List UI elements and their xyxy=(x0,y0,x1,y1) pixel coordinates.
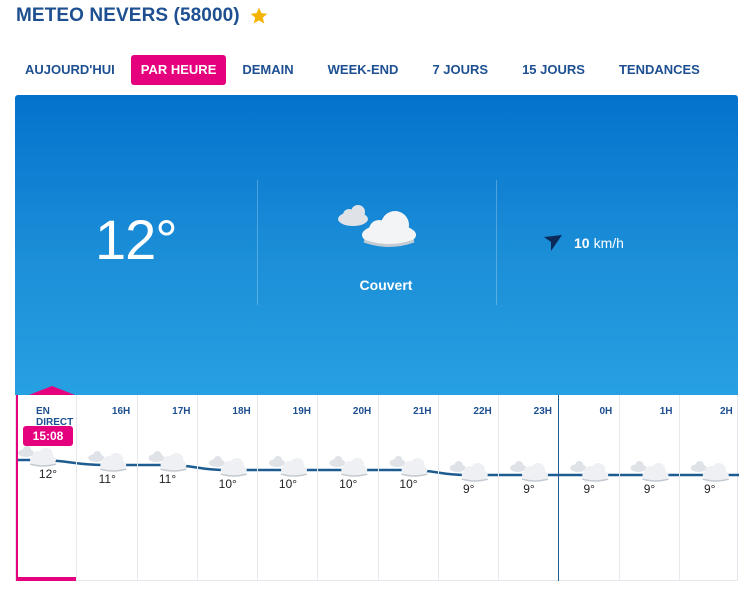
hour-label: 2H xyxy=(719,406,733,417)
tab-15-days[interactable]: 15 JOURS xyxy=(512,55,595,85)
current-weather-panel: 12° Couvert 10 km/h xyxy=(15,95,738,395)
hour-column[interactable]: 0H 9° xyxy=(558,395,618,581)
hour-temperature: 9° xyxy=(583,482,595,496)
wind-direction-arrow-icon xyxy=(544,235,562,251)
hour-column[interactable]: 21H 10° xyxy=(377,395,438,581)
hour-column[interactable]: 23H 9° xyxy=(498,395,558,581)
hour-column[interactable]: 17H 11° xyxy=(136,395,197,581)
divider xyxy=(257,180,258,305)
current-time-badge: 15:08 xyxy=(23,426,73,446)
hour-column[interactable]: 22H 9° xyxy=(437,395,498,581)
hour-temperature: 9° xyxy=(523,482,535,496)
hour-label: 17H xyxy=(172,406,191,417)
page-header: METEO NEVERS (58000) xyxy=(16,3,269,29)
hour-label: 20H xyxy=(352,406,372,417)
hour-label: EN DIRECT xyxy=(36,406,74,428)
hour-temperature: 10° xyxy=(218,477,237,491)
hour-column[interactable]: 1H 9° xyxy=(618,395,679,581)
hour-label: 22H xyxy=(473,406,492,417)
hour-temperature: 12° xyxy=(38,467,58,481)
hour-column[interactable]: 2H 9° xyxy=(678,395,739,581)
hour-temperature: 11° xyxy=(158,472,177,486)
wind-info: 10 km/h xyxy=(543,234,624,252)
hour-label: 1H xyxy=(659,406,673,417)
page-title: METEO NEVERS (58000) xyxy=(16,5,240,26)
cloudy-icon xyxy=(338,205,416,247)
hour-label: 18H xyxy=(232,406,251,417)
hour-temperature: 9° xyxy=(704,482,716,496)
current-condition: Couvert xyxy=(359,277,413,293)
hour-column[interactable]: 16H 11° xyxy=(76,395,136,581)
tab-trends[interactable]: TENDANCES xyxy=(609,55,710,85)
wind-unit: km/h xyxy=(593,235,624,251)
hour-temperature: 10° xyxy=(278,477,298,491)
current-temperature: 12° xyxy=(95,208,178,271)
hour-temperature: 10° xyxy=(399,477,418,491)
hour-label: 23H xyxy=(533,406,552,417)
hour-temperature: 10° xyxy=(339,477,358,491)
tab-tomorrow[interactable]: DEMAIN xyxy=(232,55,303,85)
hour-label: 0H xyxy=(599,406,613,417)
hourly-forecast: EN DIRECT 15:08 12° 16H 11° 17H 11° 18H 10° 19H 10… xyxy=(15,386,739,581)
tab-7-days[interactable]: 7 JOURS xyxy=(422,55,498,85)
hour-label: 19H xyxy=(292,406,311,417)
hour-column[interactable]: 18H 10° xyxy=(196,395,257,581)
tab-today[interactable]: AUJOURD'HUI xyxy=(15,55,125,85)
hour-column[interactable]: 19H 10° xyxy=(257,395,317,581)
tab-hourly[interactable]: PAR HEURE xyxy=(130,55,227,85)
forecast-tabs: AUJOURD'HUI PAR HEURE DEMAIN WEEK-END 7 … xyxy=(15,55,710,85)
hour-temperature: 11° xyxy=(98,472,116,486)
hour-label: 16H xyxy=(111,406,131,417)
hour-label: 21H xyxy=(413,406,432,417)
star-icon[interactable] xyxy=(249,6,269,26)
active-hour-pointer xyxy=(29,386,75,395)
hour-temperature: 9° xyxy=(463,482,475,496)
hour-column-live[interactable]: EN DIRECT 15:08 12° xyxy=(16,395,76,581)
hour-column[interactable]: 20H 10° xyxy=(317,395,377,581)
tab-weekend[interactable]: WEEK-END xyxy=(318,55,409,85)
hour-temperature: 9° xyxy=(643,482,656,496)
wind-speed: 10 xyxy=(574,235,590,251)
